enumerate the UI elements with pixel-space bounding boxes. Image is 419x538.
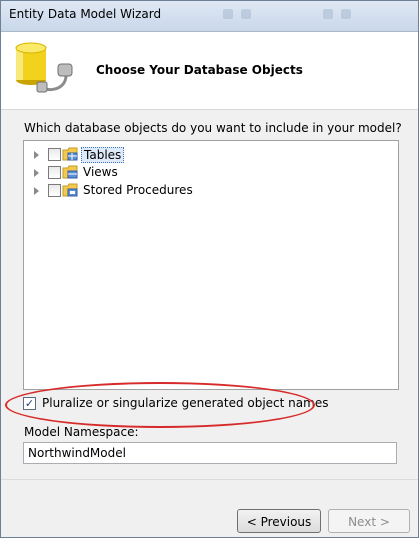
background-window-icon <box>223 9 233 19</box>
pluralize-label[interactable]: Pluralize or singularize generated objec… <box>42 396 328 410</box>
views-folder-icon <box>62 165 78 179</box>
pluralize-checkbox[interactable]: ✓ <box>23 397 36 410</box>
next-button[interactable]: Next > <box>328 509 410 533</box>
tree-item-label: Views <box>83 165 118 179</box>
tables-checkbox[interactable] <box>48 148 61 161</box>
views-checkbox[interactable] <box>48 166 61 179</box>
previous-button[interactable]: < Previous <box>237 509 321 533</box>
database-objects-tree[interactable]: Tables Views Stored Procedures <box>23 140 399 390</box>
stored-procedures-folder-icon <box>62 183 78 197</box>
wizard-header: Choose Your Database Objects <box>1 32 418 110</box>
background-window-icon <box>323 9 333 19</box>
page-title: Choose Your Database Objects <box>96 63 303 77</box>
background-window-icon <box>241 9 251 19</box>
expand-arrow-icon[interactable] <box>34 151 39 159</box>
expand-arrow-icon[interactable] <box>34 169 39 177</box>
background-window-icon <box>341 9 351 19</box>
namespace-label: Model Namespace: <box>24 425 139 439</box>
tree-item-label: Tables <box>81 147 125 163</box>
tree-item-label: Stored Procedures <box>83 183 193 197</box>
title-bar: Entity Data Model Wizard <box>1 1 418 32</box>
footer-divider <box>1 479 418 480</box>
window-title: Entity Data Model Wizard <box>9 7 162 21</box>
namespace-input[interactable] <box>23 442 397 464</box>
objects-question: Which database objects do you want to in… <box>24 121 402 135</box>
database-connection-icon <box>15 42 73 93</box>
wizard-window: Entity Data Model Wizard Choose Your Dat… <box>0 0 419 538</box>
tables-folder-icon <box>62 147 78 161</box>
expand-arrow-icon[interactable] <box>34 187 39 195</box>
stored-procedures-checkbox[interactable] <box>48 184 61 197</box>
